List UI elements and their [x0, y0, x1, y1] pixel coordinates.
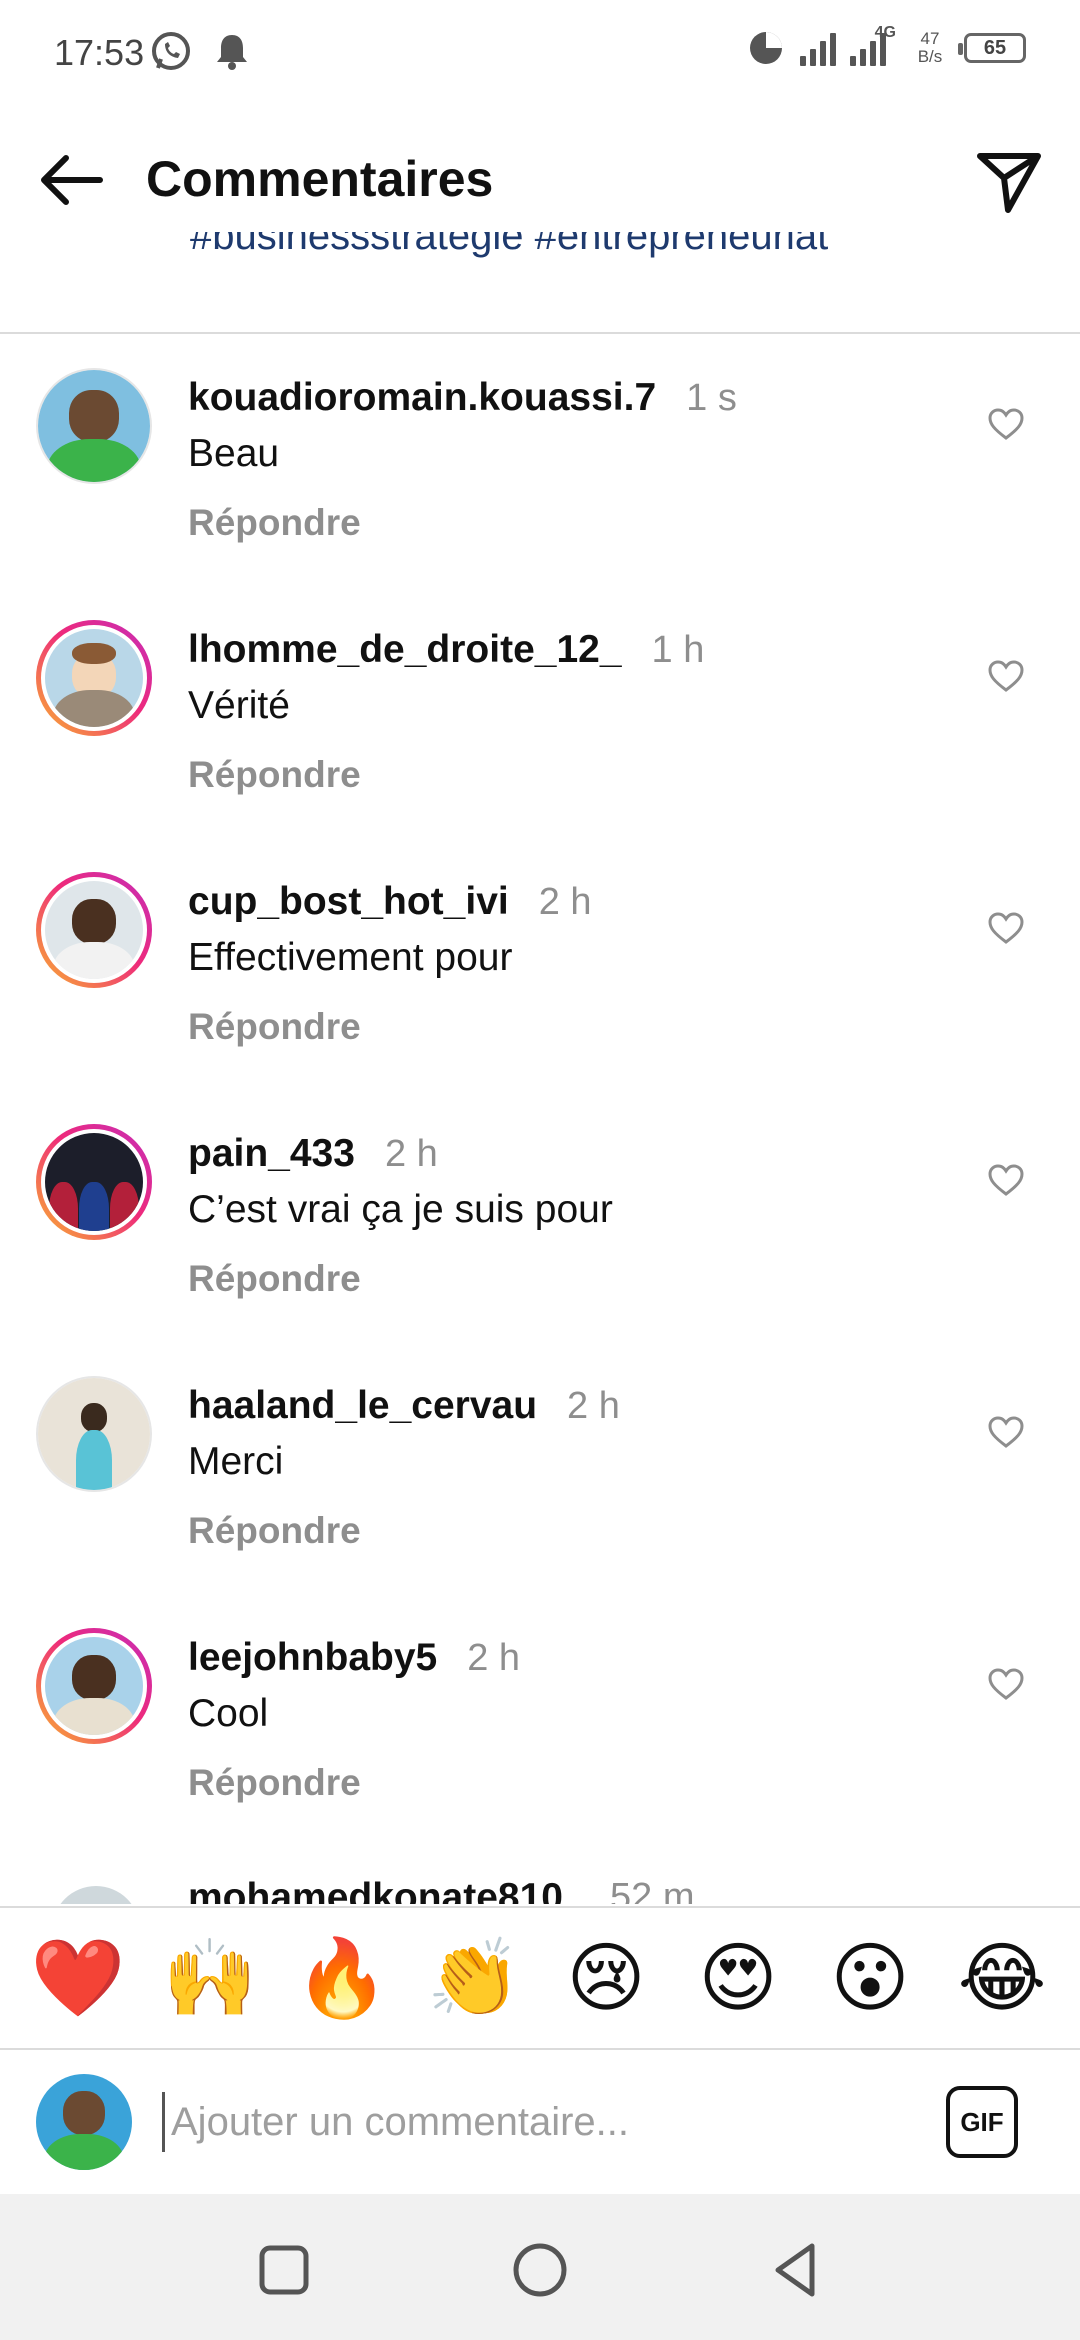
send-icon[interactable]: [974, 146, 1044, 216]
bell-icon: [217, 35, 247, 70]
comment-text: Cool: [188, 1692, 269, 1735]
comment-timestamp: 1 s: [686, 377, 737, 419]
comment-row: lhomme_de_droite_12_ 1 h Vérité Répondre: [0, 586, 1080, 838]
comment-username[interactable]: pain_433: [188, 1132, 355, 1176]
comment-composer: GIF: [0, 2050, 1080, 2194]
my-avatar: [36, 2074, 132, 2170]
reply-button[interactable]: Répondre: [188, 1006, 361, 1048]
comment-timestamp: 2 h: [538, 881, 592, 923]
like-heart-icon[interactable]: [986, 1412, 1026, 1452]
network-speed: 47 B/s: [917, 29, 943, 66]
reply-button[interactable]: Répondre: [188, 502, 361, 544]
comment-timestamp: 2 h: [567, 1385, 620, 1427]
comment-row: leejohnbaby5 2 h Cool Répondre: [0, 1594, 1080, 1846]
comment-text: Effectivement pour: [188, 936, 513, 979]
comment-row: pain_433 2 h C’est vrai ça je suis pour …: [0, 1090, 1080, 1342]
emoji-fire[interactable]: 🔥: [294, 1940, 390, 2016]
gif-button[interactable]: GIF: [946, 2086, 1018, 2158]
comment-username[interactable]: leejohnbaby5: [188, 1636, 437, 1680]
comment-text: Vérité: [188, 684, 290, 727]
emoji-raising-hands[interactable]: 🙌: [162, 1940, 258, 2016]
comment-text: Merci: [188, 1440, 284, 1483]
status-notification-icons: [150, 30, 250, 72]
app-header: Commentaires: [0, 110, 1080, 250]
comments-list[interactable]: kouadioromain.kouassi.7 1 s Beau Répondr…: [0, 334, 1080, 1904]
avatar[interactable]: [36, 1376, 152, 1492]
like-heart-icon[interactable]: [986, 656, 1026, 696]
page-title: Commentaires: [146, 151, 494, 207]
reply-button[interactable]: Répondre: [188, 1510, 361, 1552]
avatar[interactable]: [36, 368, 152, 484]
battery-icon: 65: [958, 33, 1026, 63]
status-system-icons: 4G 47 B/s 65: [746, 24, 1026, 68]
avatar[interactable]: [36, 620, 152, 736]
partial-comment-row: mohamedkonate810 52 m: [0, 1846, 1080, 1904]
caption-hashtags[interactable]: #businessstratégie #entrepreneuriat: [190, 232, 950, 259]
network-type: 4G: [874, 24, 896, 41]
avatar[interactable]: [36, 1628, 152, 1744]
comment-row: haaland_le_cervau 2 h Merci Répondre: [0, 1342, 1080, 1594]
comment-username[interactable]: cup_bost_hot_ivi: [188, 880, 509, 924]
battery-level: 65: [983, 36, 1007, 59]
comment-timestamp: 1 h: [651, 629, 705, 671]
comment-username[interactable]: mohamedkonate810: [188, 1876, 563, 1904]
like-heart-icon[interactable]: [986, 404, 1026, 444]
emoji-clapping-hands[interactable]: 👏: [426, 1940, 522, 2016]
like-heart-icon[interactable]: [986, 1160, 1026, 1200]
signal-strength-4g-icon: 4G: [850, 24, 896, 66]
emoji-surprised-face[interactable]: 😮: [822, 1940, 918, 2016]
comment-text: C’est vrai ça je suis pour: [188, 1188, 613, 1231]
whatsapp-icon: [152, 32, 190, 70]
reply-button[interactable]: Répondre: [188, 754, 361, 796]
comment-username[interactable]: kouadioromain.kouassi.7: [188, 376, 656, 420]
emoji-tears-of-joy[interactable]: 😂: [954, 1940, 1050, 2016]
avatar[interactable]: [36, 872, 152, 988]
recent-apps-icon[interactable]: [254, 2240, 314, 2300]
avatar[interactable]: [52, 1886, 140, 1904]
post-caption-peek: #businessstratégie #entrepreneuriat: [190, 232, 950, 272]
reply-button[interactable]: Répondre: [188, 1762, 361, 1804]
comment-username[interactable]: lhomme_de_droite_12_: [188, 628, 622, 672]
comment-row: kouadioromain.kouassi.7 1 s Beau Répondr…: [0, 334, 1080, 586]
data-saver-icon: [750, 32, 782, 64]
back-nav-icon[interactable]: [766, 2240, 826, 2300]
home-icon[interactable]: [510, 2240, 570, 2300]
comment-username[interactable]: haaland_le_cervau: [188, 1384, 537, 1428]
reply-button[interactable]: Répondre: [188, 1258, 361, 1300]
comment-timestamp: 52 m: [610, 1876, 695, 1904]
signal-strength-icon: [800, 30, 836, 66]
comment-timestamp: 2 h: [467, 1637, 521, 1679]
comment-text: Beau: [188, 432, 280, 475]
like-heart-icon[interactable]: [986, 1664, 1026, 1704]
back-arrow-icon[interactable]: [36, 148, 106, 212]
gif-label: GIF: [960, 2106, 1004, 2137]
emoji-crying-face[interactable]: 😢: [558, 1940, 654, 2016]
emoji-quick-bar: ❤️ 🙌 🔥 👏 😢 😍 😮 😂: [0, 1908, 1080, 2048]
like-heart-icon[interactable]: [986, 908, 1026, 948]
comment-timestamp: 2 h: [384, 1133, 438, 1175]
comment-row: cup_bost_hot_ivi 2 h Effectivement pour …: [0, 838, 1080, 1090]
comment-input[interactable]: [162, 2092, 862, 2152]
status-bar: 17:53 4G 47 B/s 65: [0, 0, 1080, 110]
avatar[interactable]: [36, 1124, 152, 1240]
system-nav-bar: [0, 2194, 1080, 2340]
status-time: 17:53: [54, 32, 145, 73]
emoji-heart-eyes[interactable]: 😍: [690, 1940, 786, 2016]
emoji-heart[interactable]: ❤️: [30, 1940, 126, 2016]
